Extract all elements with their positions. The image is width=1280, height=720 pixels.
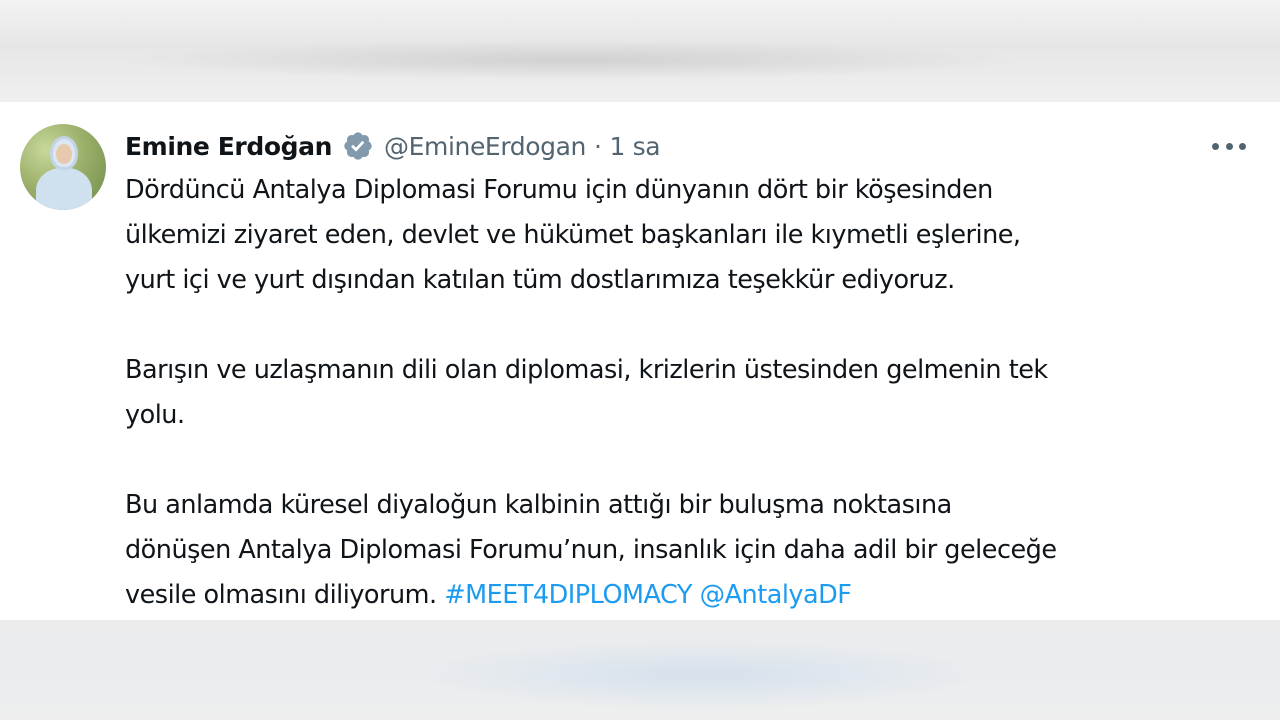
mention-link[interactable]: @AntalyaDF — [700, 580, 852, 610]
more-options-icon[interactable] — [1212, 142, 1246, 150]
blurred-background-bottom — [0, 620, 1280, 720]
more-dot — [1212, 142, 1219, 150]
tweet-line: vesile olmasını diliyorum. — [125, 580, 437, 610]
hashtag-link[interactable]: #MEET4DIPLOMACY — [444, 580, 692, 610]
tweet-line: yolu. — [125, 400, 185, 430]
tweet-line: dönüşen Antalya Diplomasi Forumu’nun, in… — [125, 535, 1057, 565]
avatar[interactable] — [20, 124, 106, 210]
tweet-line-last: vesile olmasını diliyorum. #MEET4DIPLOMA… — [125, 573, 1265, 618]
avatar-body-shape — [36, 168, 92, 210]
tweet-line: ülkemizi ziyaret eden, devlet ve hükümet… — [125, 220, 1021, 250]
author-handle[interactable]: @EmineErdogan — [384, 132, 586, 161]
blurred-background-top — [0, 0, 1280, 102]
tweet-line: Barışın ve uzlaşmanın dili olan diplomas… — [125, 355, 1048, 385]
tweet-timestamp[interactable]: 1 sa — [610, 132, 661, 161]
tweet-line: Bu anlamda küresel diyaloğun kalbinin at… — [125, 490, 952, 520]
tweet-text: Dördüncü Antalya Diplomasi Forumu için d… — [125, 168, 1265, 618]
tweet-line: yurt içi ve yurt dışından katılan tüm do… — [125, 265, 955, 295]
tweet-header: Emine Erdoğan @EmineErdogan · 1 sa — [125, 129, 661, 163]
tweet-line: Dördüncü Antalya Diplomasi Forumu için d… — [125, 175, 993, 205]
verified-badge-icon — [342, 130, 374, 162]
header-separator: · — [593, 131, 602, 161]
more-dot — [1239, 142, 1246, 150]
tweet-card[interactable]: Emine Erdoğan @EmineErdogan · 1 sa Dördü… — [0, 102, 1280, 620]
avatar-face-shape — [56, 144, 72, 164]
more-dot — [1225, 142, 1233, 150]
author-name[interactable]: Emine Erdoğan — [125, 132, 332, 161]
